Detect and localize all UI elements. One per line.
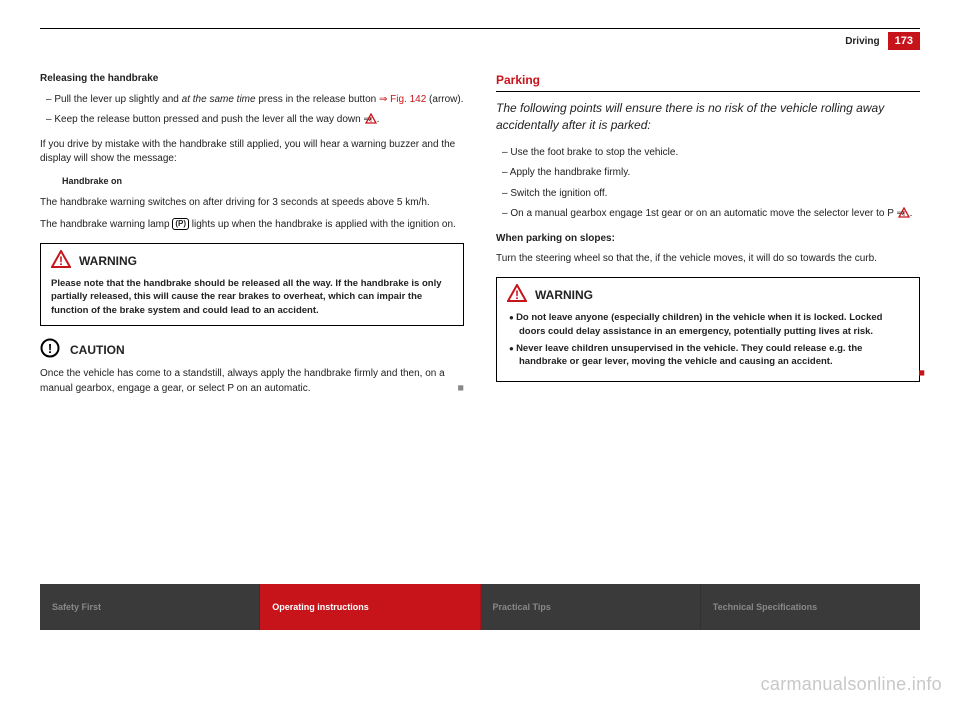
li-text: On a manual gearbox engage 1st gear or o… bbox=[510, 208, 907, 219]
warning-box: ! WARNING Do not leave anyone (especiall… bbox=[496, 277, 920, 382]
paragraph: The handbrake warning lamp (P) lights up… bbox=[40, 218, 464, 233]
left-column: Releasing the handbrake Pull the lever u… bbox=[40, 72, 464, 404]
warning-heading: ! WARNING bbox=[507, 284, 909, 307]
paragraph: If you drive by mistake with the handbra… bbox=[40, 138, 464, 167]
content-columns: Releasing the handbrake Pull the lever u… bbox=[40, 72, 920, 404]
warning-triangle-icon: ! bbox=[51, 250, 71, 273]
right-column: Parking The following points will ensure… bbox=[496, 72, 920, 404]
caution-title: CAUTION bbox=[70, 342, 125, 359]
warning-heading: ! WARNING bbox=[51, 250, 453, 273]
li-text: Keep the release button pressed and push… bbox=[54, 114, 374, 125]
handbrake-lamp-icon: (P) bbox=[172, 218, 189, 230]
page-header: Driving 173 bbox=[40, 28, 920, 50]
warning-title: WARNING bbox=[79, 253, 137, 270]
nav-technical-specifications[interactable]: Technical Specifications bbox=[701, 584, 920, 630]
svg-text:!: ! bbox=[515, 288, 519, 302]
paragraph: The handbrake warning switches on after … bbox=[40, 196, 464, 211]
right-list: Use the foot brake to stop the vehicle. … bbox=[496, 146, 920, 224]
page-container: Driving 173 Releasing the handbrake Pull… bbox=[40, 28, 920, 658]
fig-reference[interactable]: ⇒ Fig. 142 bbox=[379, 94, 426, 105]
li-text-italic: at the same time bbox=[182, 94, 256, 105]
left-list: Pull the lever up slightly and at the sa… bbox=[40, 93, 464, 130]
sub-heading: When parking on slopes: bbox=[496, 232, 920, 247]
section-end-icon: ◼ bbox=[918, 367, 925, 379]
paragraph: Turn the steering wheel so that the, if … bbox=[496, 252, 920, 267]
para-text: The handbrake warning lamp bbox=[40, 219, 172, 230]
li-text: Pull the lever up slightly and bbox=[54, 94, 181, 105]
li-text: (arrow). bbox=[426, 94, 463, 105]
li-text: . bbox=[377, 114, 380, 125]
nav-practical-tips[interactable]: Practical Tips bbox=[481, 584, 701, 630]
warning-box: ! WARNING Please note that the handbrake… bbox=[40, 243, 464, 326]
header-page-number: 173 bbox=[888, 32, 920, 50]
list-item: Apply the handbrake firmly. bbox=[496, 166, 920, 181]
li-text: press in the release button bbox=[256, 94, 379, 105]
svg-text:!: ! bbox=[59, 254, 63, 268]
watermark: carmanualsonline.info bbox=[761, 674, 942, 695]
caution-circle-icon: ! bbox=[40, 338, 60, 363]
nav-operating-instructions[interactable]: Operating instructions bbox=[260, 584, 480, 630]
nav-safety-first[interactable]: Safety First bbox=[40, 584, 260, 630]
warning-triangle-icon: ! bbox=[507, 284, 527, 307]
list-item: Keep the release button pressed and push… bbox=[40, 113, 464, 130]
display-message: Handbrake on bbox=[40, 175, 464, 188]
caution-heading: ! CAUTION bbox=[40, 338, 464, 363]
warning-bullet: Never leave children unsupervised in the… bbox=[507, 342, 909, 369]
left-heading: Releasing the handbrake bbox=[40, 72, 464, 87]
footer-nav: Safety First Operating instructions Prac… bbox=[40, 584, 920, 630]
para-text: Once the vehicle has come to a standstil… bbox=[40, 368, 445, 394]
warning-bullet: Do not leave anyone (especially children… bbox=[507, 311, 909, 338]
warning-title: WARNING bbox=[535, 287, 593, 304]
list-item: Use the foot brake to stop the vehicle. bbox=[496, 146, 920, 161]
section-end-icon: ◼ bbox=[457, 382, 464, 394]
warning-body: Please note that the handbrake should be… bbox=[51, 277, 453, 317]
list-item: Pull the lever up slightly and at the sa… bbox=[40, 93, 464, 108]
list-item: Switch the ignition off. bbox=[496, 187, 920, 202]
svg-text:!: ! bbox=[903, 211, 905, 218]
li-text: . bbox=[910, 208, 913, 219]
svg-text:!: ! bbox=[369, 117, 371, 124]
header-section: Driving bbox=[845, 36, 879, 47]
caution-body: Once the vehicle has come to a standstil… bbox=[40, 367, 464, 396]
para-text: lights up when the handbrake is applied … bbox=[189, 219, 456, 230]
list-item: On a manual gearbox engage 1st gear or o… bbox=[496, 207, 920, 224]
warning-body: Do not leave anyone (especially children… bbox=[507, 311, 909, 368]
svg-text:!: ! bbox=[48, 341, 52, 356]
right-heading: Parking bbox=[496, 72, 920, 92]
intro-text: The following points will ensure there i… bbox=[496, 100, 920, 134]
